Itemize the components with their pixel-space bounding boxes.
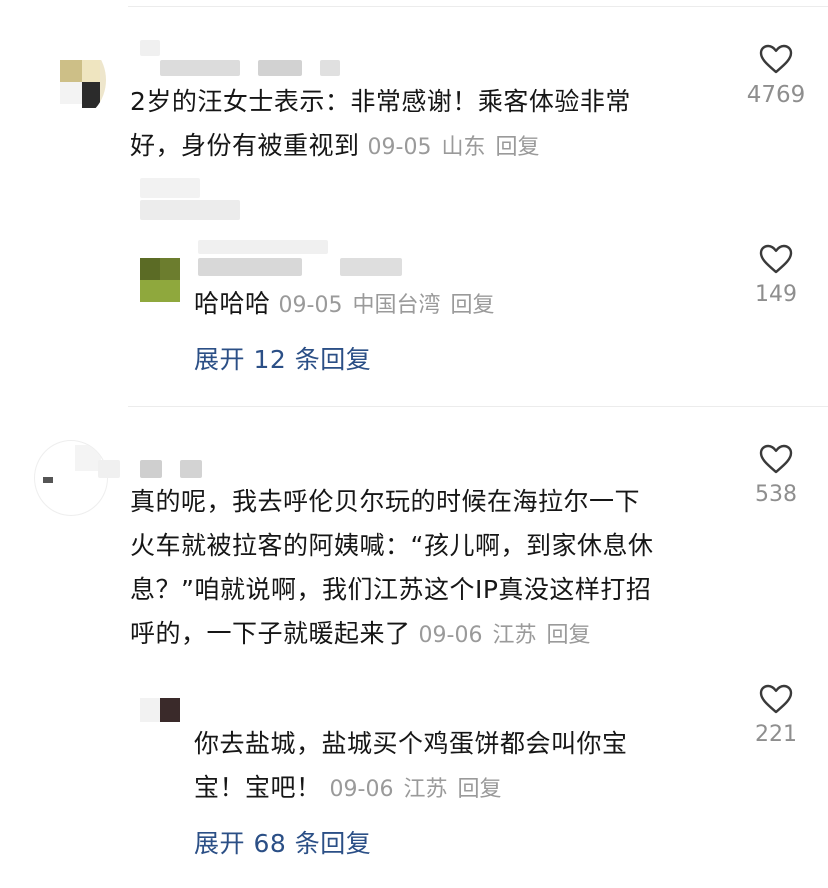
like-button[interactable]: 538 [736,444,816,507]
divider-top [128,6,828,7]
divider [128,406,828,407]
reply-button[interactable]: 回复 [450,293,494,318]
reply-date: 09-06 [329,777,394,802]
like-button[interactable]: 149 [736,244,816,307]
reply-button[interactable]: 回复 [457,777,501,802]
comment-date: 09-06 [418,623,483,648]
reply-location: 江苏 [403,777,448,802]
reply-meta: 09-06 江苏 回复 [330,777,502,802]
comment-text: 2岁的汪女士表示：非常感谢！乘客体验非常 好，身份有被重视到 09-05 山东 回复 [130,87,631,160]
heart-outline-icon [759,444,793,474]
avatar[interactable] [34,440,108,516]
reply-avatar[interactable] [140,258,180,302]
comment-meta: 09-05 山东 回复 [368,135,540,160]
heart-outline-icon [759,244,793,274]
like-count: 221 [755,722,797,747]
reply-text: 哈哈哈 09-05 中国台湾 回复 [194,289,495,318]
reply-avatar[interactable] [140,698,182,722]
reply-text: 你去盐城，盐城买个鸡蛋饼都会叫你宝 宝！宝吧！ 09-06 江苏 回复 [194,729,628,802]
like-button[interactable]: 221 [736,684,816,747]
reply-date: 09-05 [278,293,343,318]
like-count: 149 [755,282,797,307]
comment-location: 江苏 [492,623,537,648]
expand-replies-link[interactable]: 展开 12 条回复 [194,340,371,376]
heart-outline-icon [759,44,793,74]
reply-location: 中国台湾 [352,293,441,318]
comment-location: 山东 [441,135,486,160]
like-count: 538 [755,482,797,507]
comment-meta: 09-06 江苏 回复 [419,623,591,648]
avatar[interactable] [34,40,106,120]
comment-date: 09-05 [367,135,432,160]
heart-outline-icon [759,684,793,714]
reply-button[interactable]: 回复 [495,135,539,160]
like-button[interactable]: 4769 [736,44,816,108]
like-count: 4769 [746,82,806,108]
comment-text: 真的呢，我去呼伦贝尔玩的时候在海拉尔一下 火车就被拉客的阿姨喊：“孩儿啊，到家休… [130,487,654,648]
expand-replies-link[interactable]: 展开 68 条回复 [194,824,371,860]
reply-button[interactable]: 回复 [546,623,590,648]
reply-meta: 09-05 中国台湾 回复 [279,293,495,318]
